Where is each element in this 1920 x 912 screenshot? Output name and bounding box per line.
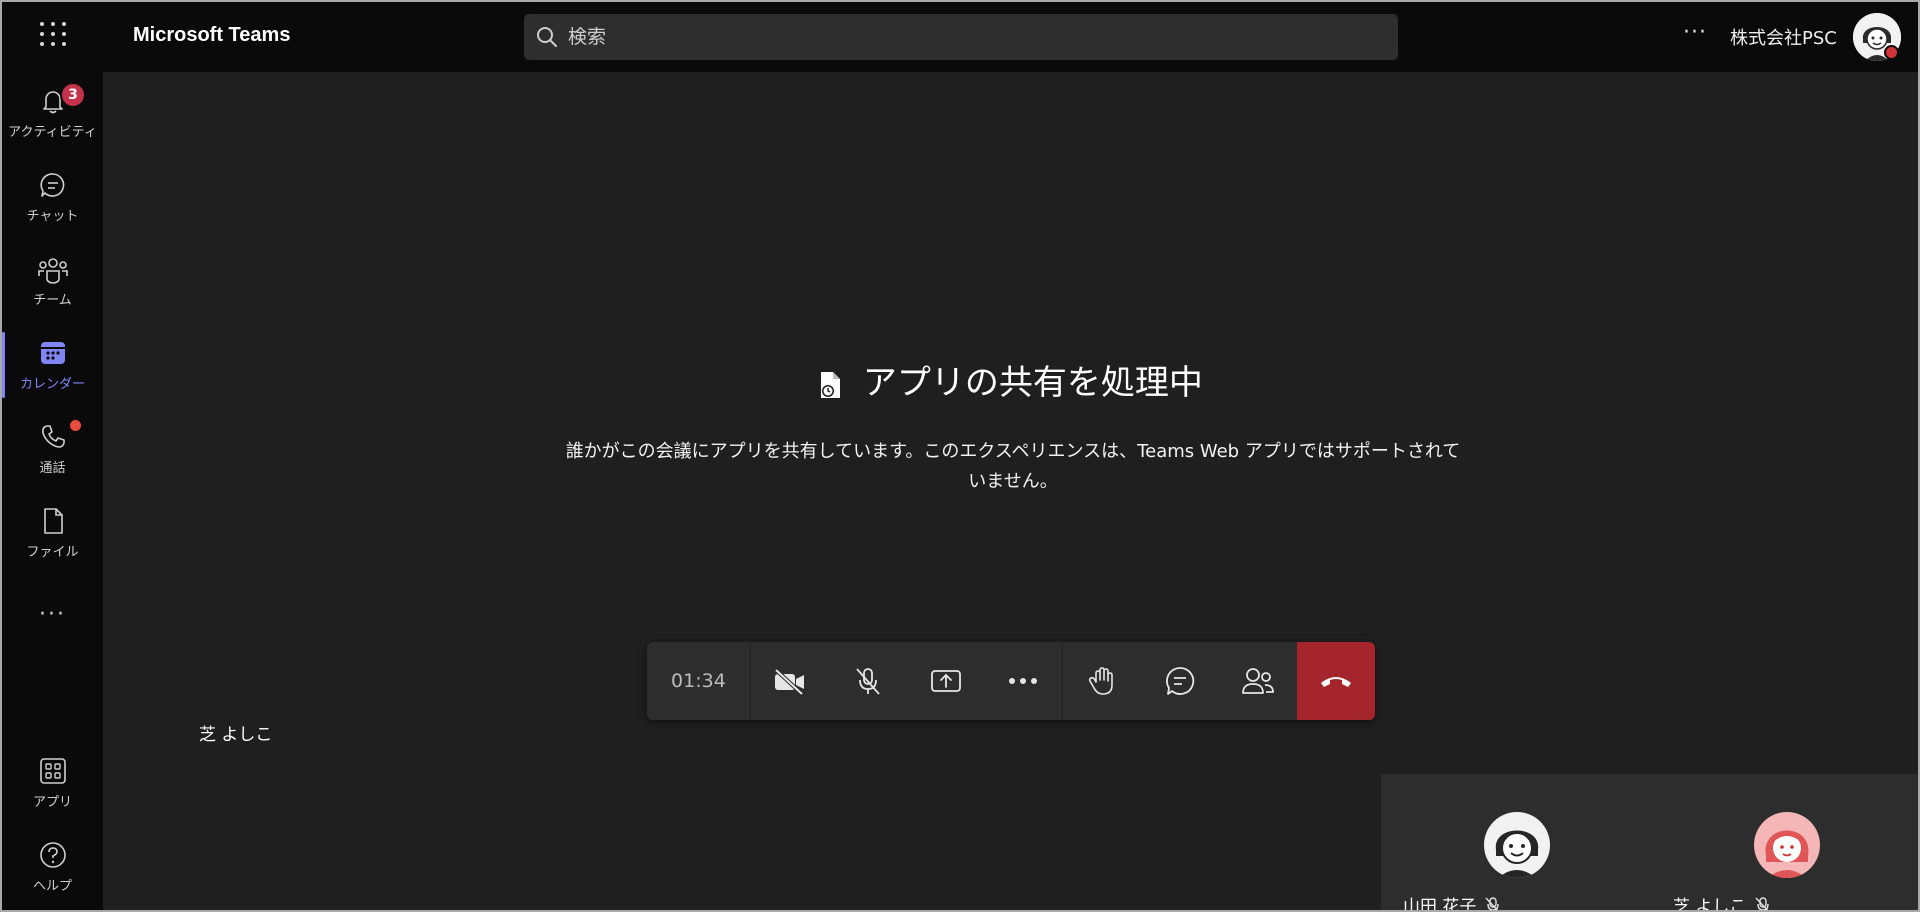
participant-tile[interactable]: 山田 花子 xyxy=(1381,774,1651,912)
rail-item-label: アクティビティ xyxy=(8,125,97,140)
activity-badge: 3 xyxy=(60,82,86,108)
rail-item-activity[interactable]: 3 アクティビティ xyxy=(2,74,103,152)
rail-item-label: カレンダー xyxy=(19,377,85,392)
share-status-text: アプリの共有を処理中 xyxy=(862,363,1203,403)
more-actions-button[interactable] xyxy=(985,642,1063,720)
top-bar: Microsoft Teams ··· 株式会社PSC xyxy=(2,2,1918,72)
rail-item-help[interactable]: ヘルプ xyxy=(2,828,103,906)
rail-item-files[interactable]: ファイル xyxy=(2,494,103,572)
search-icon xyxy=(537,27,557,47)
more-options-icon[interactable]: ··· xyxy=(1683,20,1707,45)
share-tray-icon xyxy=(930,670,961,692)
participant-name: 山田 花子 xyxy=(1403,892,1502,912)
participant-name-text: 芝 よしこ xyxy=(1673,897,1747,912)
leave-call-button[interactable] xyxy=(1297,642,1375,720)
search-box[interactable] xyxy=(524,14,1398,60)
rail-item-label: チーム xyxy=(33,293,72,308)
calendar-icon xyxy=(40,342,65,364)
participant-name: 芝 よしこ xyxy=(1673,892,1772,912)
mic-muted-icon xyxy=(1485,896,1500,910)
rail-item-calls[interactable]: 通話 xyxy=(2,410,103,488)
presenter-name-label: 芝 よしこ xyxy=(199,725,273,745)
raise-hand-button[interactable] xyxy=(1063,642,1141,720)
avatar xyxy=(1484,812,1550,878)
avatar xyxy=(1754,812,1820,878)
rail-item-chat[interactable]: チャット xyxy=(2,158,103,236)
call-timer: 01:34 xyxy=(647,642,751,720)
search-input[interactable] xyxy=(568,14,1368,60)
teams-icon xyxy=(37,258,68,284)
chat-bubble-icon xyxy=(1166,667,1195,695)
raise-hand-icon xyxy=(1089,667,1114,695)
teams-window: Microsoft Teams ··· 株式会社PSC xyxy=(0,0,1920,912)
rail-item-calendar[interactable]: カレンダー xyxy=(2,326,103,404)
rail-item-label: ヘルプ xyxy=(32,879,72,894)
people-icon xyxy=(1242,668,1275,694)
mic-muted-icon xyxy=(1755,896,1770,910)
participant-name-text: 山田 花子 xyxy=(1403,897,1477,912)
participants-button[interactable] xyxy=(1219,642,1297,720)
mic-off-icon xyxy=(856,668,880,695)
camera-button[interactable] xyxy=(751,642,829,720)
mic-button[interactable] xyxy=(829,642,907,720)
app-launcher-icon[interactable] xyxy=(38,19,68,49)
share-status-description: 誰かがこの会議にアプリを共有しています。このエクスペリエンスは、Teams We… xyxy=(565,441,1461,492)
meeting-stage: アプリの共有を処理中 誰かがこの会議にアプリを共有しています。このエクスペリエン… xyxy=(103,72,1918,912)
calls-notification-dot xyxy=(70,420,81,431)
app-title: Microsoft Teams xyxy=(133,24,291,46)
rail-item-label: ファイル xyxy=(26,545,79,560)
apps-icon xyxy=(39,758,66,784)
camera-off-icon xyxy=(774,668,804,696)
hang-up-icon xyxy=(1321,677,1352,687)
rail-item-label: アプリ xyxy=(32,795,72,810)
rail-item-label: チャット xyxy=(26,209,79,224)
share-screen-button[interactable] xyxy=(907,642,985,720)
participant-tile[interactable]: 芝 よしこ xyxy=(1651,774,1918,912)
more-apps-icon[interactable]: ··· xyxy=(2,602,103,627)
rail-item-teams[interactable]: チーム xyxy=(2,242,103,320)
chat-button[interactable] xyxy=(1141,642,1219,720)
file-icon xyxy=(43,508,63,534)
more-horizontal-icon xyxy=(1009,678,1038,684)
presence-busy-icon xyxy=(1884,45,1899,60)
rail-item-apps[interactable]: アプリ xyxy=(2,744,103,822)
org-name[interactable]: 株式会社PSC xyxy=(1730,24,1837,50)
shared-app-file-icon xyxy=(821,371,841,398)
call-controls: 01:34 xyxy=(647,642,1375,720)
app-bar: 3 アクティビティ チャット チーム カレンダー 通話 ファイル ··· アプリ… xyxy=(2,72,103,910)
phone-icon xyxy=(41,425,65,448)
help-icon xyxy=(39,842,66,868)
share-status-title: アプリの共有を処理中 xyxy=(103,355,1918,404)
rail-item-label: 通話 xyxy=(39,461,66,476)
chat-icon xyxy=(39,173,64,197)
